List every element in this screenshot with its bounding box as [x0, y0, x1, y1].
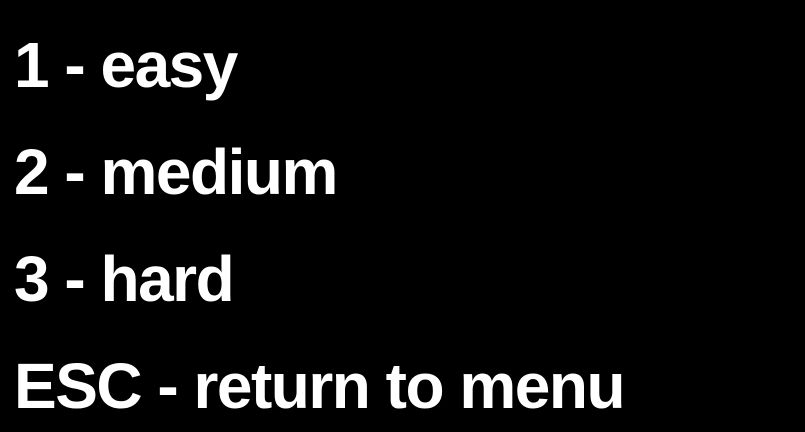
- difficulty-menu: 1 - easy 2 - medium 3 - hard ESC - retur…: [14, 12, 626, 432]
- menu-item-return-to-menu[interactable]: ESC - return to menu: [14, 333, 626, 432]
- menu-item-easy[interactable]: 1 - easy: [14, 12, 624, 119]
- menu-item-hard[interactable]: 3 - hard: [14, 226, 624, 333]
- menu-item-medium[interactable]: 2 - medium: [14, 119, 624, 226]
- game-screen: 1 - easy 2 - medium 3 - hard ESC - retur…: [0, 0, 805, 432]
